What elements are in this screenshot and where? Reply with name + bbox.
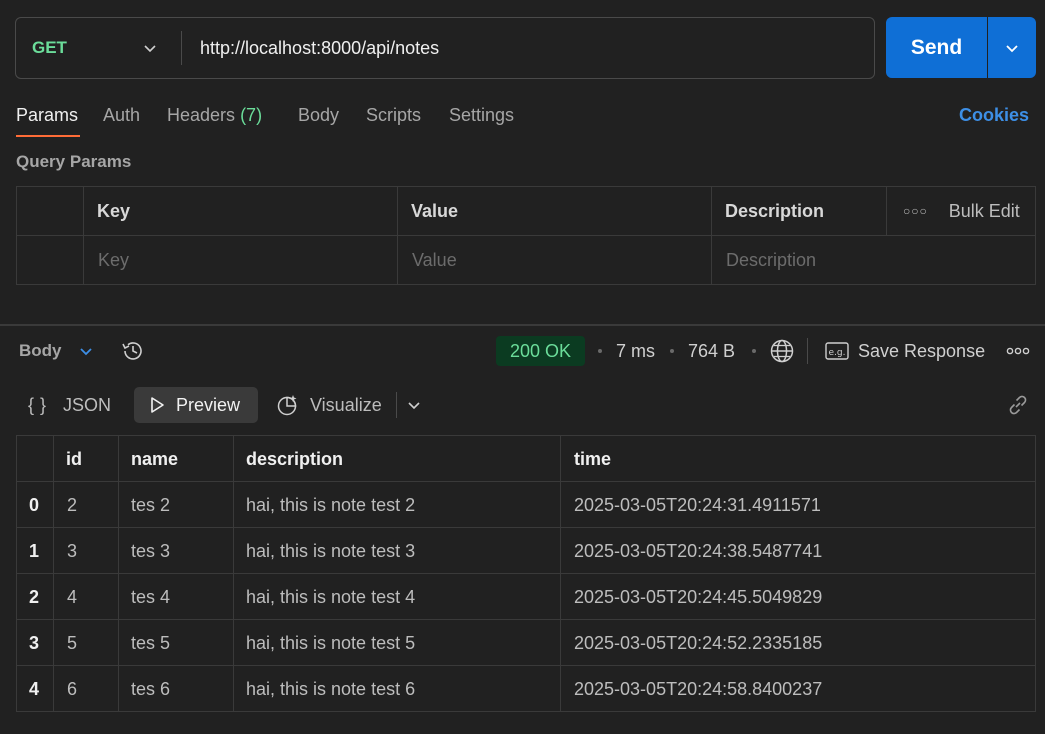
method-select[interactable]: GET bbox=[32, 18, 67, 78]
cell-id: 6 bbox=[67, 679, 78, 699]
view-visualize-button[interactable]: Visualize bbox=[276, 392, 382, 418]
table-row: 2 4 tes 4 hai, this is note test 4 2025-… bbox=[17, 574, 1035, 620]
cell-name: tes 3 bbox=[131, 541, 171, 561]
cell-id: 4 bbox=[67, 587, 78, 607]
view-preview-label: Preview bbox=[176, 394, 241, 415]
row-index: 4 bbox=[29, 679, 40, 699]
cell-description: hai, this is note test 4 bbox=[246, 587, 416, 607]
cell-time: 2025-03-05T20:24:52.2335185 bbox=[574, 633, 823, 653]
response-time[interactable]: 7 ms bbox=[616, 339, 655, 363]
cell-name: tes 5 bbox=[131, 633, 171, 653]
cell-time: 2025-03-05T20:24:38.5487741 bbox=[574, 541, 823, 561]
cell-id: 3 bbox=[67, 541, 78, 561]
column-header-description: description bbox=[246, 449, 344, 469]
visualize-icon bbox=[277, 395, 297, 416]
cell-time: 2025-03-05T20:24:58.8400237 bbox=[574, 679, 823, 699]
cell-name: tes 6 bbox=[131, 679, 171, 699]
column-header-time: time bbox=[574, 449, 612, 469]
table-row: 0 2 tes 2 hai, this is note test 2 2025-… bbox=[17, 482, 1035, 528]
active-tab-indicator bbox=[16, 135, 80, 137]
cookies-link[interactable]: Cookies bbox=[959, 103, 1029, 127]
send-options-button[interactable] bbox=[988, 17, 1036, 78]
column-header-name: name bbox=[131, 449, 179, 469]
tab-auth[interactable]: Auth bbox=[103, 103, 140, 127]
params-header-description: Description bbox=[725, 201, 825, 221]
chevron-down-icon[interactable] bbox=[406, 397, 422, 413]
cell-time: 2025-03-05T20:24:31.4911571 bbox=[574, 495, 821, 515]
cell-id: 2 bbox=[67, 495, 78, 515]
toolbar-divider bbox=[807, 338, 808, 364]
tab-headers-label: Headers bbox=[167, 105, 236, 125]
separator-dot bbox=[670, 349, 674, 353]
braces-icon: {} bbox=[28, 395, 53, 415]
table-row: 3 5 tes 5 hai, this is note test 5 2025-… bbox=[17, 620, 1035, 666]
tab-body[interactable]: Body bbox=[298, 103, 339, 127]
chevron-down-icon[interactable] bbox=[142, 40, 158, 56]
view-preview-button[interactable]: Preview bbox=[134, 387, 258, 423]
more-options-icon[interactable] bbox=[1006, 346, 1030, 356]
status-badge[interactable]: 200 OK bbox=[496, 336, 585, 366]
row-index: 2 bbox=[29, 587, 40, 607]
chevron-down-icon[interactable] bbox=[78, 343, 94, 359]
cell-name: tes 4 bbox=[131, 587, 171, 607]
column-header-id: id bbox=[66, 449, 82, 469]
cell-description: hai, this is note test 5 bbox=[246, 633, 416, 653]
cell-name: tes 2 bbox=[131, 495, 171, 515]
bulk-edit-label: Bulk Edit bbox=[948, 201, 1020, 221]
cell-description: hai, this is note test 3 bbox=[246, 541, 416, 561]
url-input[interactable]: http://localhost:8000/api/notes bbox=[200, 18, 860, 78]
cell-id: 5 bbox=[67, 633, 78, 653]
table-row: 1 3 tes 3 hai, this is note test 3 2025-… bbox=[17, 528, 1035, 574]
svg-text:e.g.: e.g. bbox=[829, 348, 846, 358]
url-bar: GET http://localhost:8000/api/notes bbox=[15, 17, 875, 79]
table-row: 4 6 tes 6 hai, this is note test 6 2025-… bbox=[17, 666, 1035, 712]
table-header-row: id name description time bbox=[17, 436, 1035, 482]
response-body-selector[interactable]: Body bbox=[19, 340, 62, 362]
panel-divider[interactable] bbox=[0, 324, 1045, 326]
cell-description: hai, this is note test 6 bbox=[246, 679, 416, 699]
bulk-edit-button[interactable]: ○○○ Bulk Edit bbox=[903, 187, 1020, 236]
params-header-value: Value bbox=[411, 201, 459, 221]
query-params-title: Query Params bbox=[16, 152, 132, 171]
response-size[interactable]: 764 B bbox=[688, 339, 735, 363]
response-preview-table: id name description time 0 2 tes 2 hai, … bbox=[16, 435, 1036, 712]
view-visualize-label: Visualize bbox=[310, 395, 382, 415]
view-json-button[interactable]: {} JSON bbox=[28, 392, 111, 418]
separator-dot bbox=[752, 349, 756, 353]
toolbar-divider bbox=[396, 392, 397, 418]
view-json-label: JSON bbox=[63, 395, 112, 415]
params-header-row: Key Value Description ○○○ Bulk Edit bbox=[17, 187, 1035, 236]
param-value-input[interactable]: Value bbox=[412, 236, 457, 284]
row-index: 1 bbox=[29, 541, 40, 561]
param-key-input[interactable]: Key bbox=[98, 236, 129, 284]
params-header-key: Key bbox=[97, 201, 131, 221]
tab-scripts[interactable]: Scripts bbox=[366, 103, 421, 127]
tab-settings[interactable]: Settings bbox=[449, 103, 514, 127]
link-icon[interactable] bbox=[1005, 392, 1031, 418]
more-icon: ○○○ bbox=[903, 204, 928, 218]
url-divider bbox=[181, 31, 182, 65]
params-input-row: Key Value Description bbox=[17, 236, 1035, 284]
globe-icon[interactable] bbox=[769, 338, 795, 364]
query-params-table: Key Value Description ○○○ Bulk Edit Key … bbox=[16, 186, 1036, 285]
example-icon: e.g. bbox=[825, 342, 849, 360]
tab-headers-count: (7) bbox=[240, 105, 263, 125]
cell-time: 2025-03-05T20:24:45.5049829 bbox=[574, 587, 823, 607]
play-icon bbox=[151, 397, 164, 413]
cell-description: hai, this is note test 2 bbox=[246, 495, 416, 515]
row-index: 0 bbox=[29, 495, 40, 515]
row-index: 3 bbox=[29, 633, 40, 653]
chevron-down-icon bbox=[1006, 44, 1018, 52]
history-icon[interactable] bbox=[120, 338, 146, 364]
param-description-input[interactable]: Description bbox=[726, 236, 816, 284]
save-response-button[interactable]: Save Response bbox=[858, 339, 985, 363]
tab-headers[interactable]: Headers (7) bbox=[167, 103, 262, 127]
separator-dot bbox=[598, 349, 602, 353]
tab-params[interactable]: Params bbox=[16, 103, 78, 127]
send-button[interactable]: Send bbox=[886, 17, 987, 78]
